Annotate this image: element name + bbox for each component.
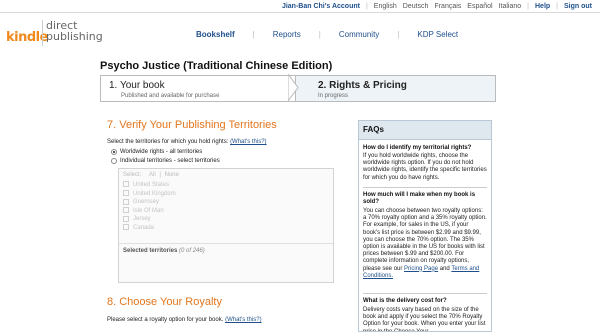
territory-item[interactable]: Guernsey <box>123 198 176 207</box>
territory-item[interactable]: Jersey <box>123 215 176 224</box>
faq-panel: FAQs How do I identify my territorial ri… <box>358 120 492 332</box>
royalty-instructions: Please select a royalty option for your … <box>107 317 262 323</box>
territory-item[interactable]: United Kingdom <box>123 190 176 199</box>
territories-instructions: Select the territories for which you hol… <box>107 139 267 145</box>
help-link[interactable]: Help <box>535 3 550 10</box>
nav-divider: | <box>318 30 321 39</box>
select-all-link[interactable]: All <box>149 172 156 178</box>
step-arrow-icon <box>288 74 299 101</box>
selected-count: (0 of 246) <box>179 248 205 254</box>
territory-selector: Select: All | None United States United … <box>118 168 334 283</box>
radio-individual-label: Individual territories - select territor… <box>120 158 220 164</box>
pricing-page-link[interactable]: Pricing Page <box>404 266 438 272</box>
faq-answer: You can choose between two royalty optio… <box>363 208 487 279</box>
radio-worldwide-label: Worldwide rights - all territories <box>120 149 203 155</box>
section-territories-title: 7. Verify Your Publishing Territories <box>107 119 277 131</box>
nav-community[interactable]: Community <box>339 30 379 39</box>
faq-question: How much will I make when my book is sol… <box>363 192 476 206</box>
lang-espanol[interactable]: Español <box>467 3 492 10</box>
select-none-link[interactable]: None <box>165 172 179 178</box>
territory-item[interactable]: Canada <box>123 224 176 233</box>
signout-link[interactable]: Sign out <box>564 3 592 10</box>
top-links: Jian-Ban Chi's Account | English Deutsch… <box>282 0 592 12</box>
faq-answer: Delivery costs vary based on the size of… <box>363 307 486 332</box>
nav-bookshelf[interactable]: Bookshelf <box>196 30 235 39</box>
top-bar: Jian-Ban Chi's Account | English Deutsch… <box>0 0 600 13</box>
radio-individual-territories[interactable]: Individual territories - select territor… <box>111 158 220 164</box>
lang-francais[interactable]: Français <box>434 3 461 10</box>
divider: | <box>556 2 558 10</box>
divider: | <box>365 2 368 10</box>
faq-divider <box>363 293 487 294</box>
nav-divider: | <box>397 30 400 39</box>
divider: | <box>527 2 529 10</box>
territory-item[interactable]: Isle Of Man <box>123 207 176 216</box>
territory-list[interactable]: United States United Kingdom Guernsey Is… <box>123 181 176 233</box>
territory-item[interactable]: United States <box>123 181 176 190</box>
main-nav: Bookshelf | Reports | Community | KDP Se… <box>196 30 458 39</box>
book-title: Psycho Justice (Traditional Chinese Edit… <box>100 60 333 72</box>
radio-worldwide-rights[interactable]: Worldwide rights - all territories <box>111 149 202 155</box>
nav-kdp-select[interactable]: KDP Select <box>417 30 458 39</box>
logo-divider <box>42 20 43 46</box>
territories-help-link[interactable]: (What's this?) <box>230 139 267 145</box>
account-link[interactable]: Jian-Ban Chi's Account <box>282 3 360 10</box>
select-all-none: Select: All | None <box>123 172 179 178</box>
selected-territories: Selected territories (0 of 246) <box>123 248 205 254</box>
lang-deutsch[interactable]: Deutsch <box>403 3 429 10</box>
faq-answer: If you hold worldwide rights, choose the… <box>363 153 487 181</box>
step-your-book[interactable]: 1. Your book Published and available for… <box>100 75 296 102</box>
nav-reports[interactable]: Reports <box>273 30 301 39</box>
logo-direct-publishing-text: direct publishing <box>46 19 103 43</box>
territory-divider <box>119 243 333 244</box>
faq-question: How do I identify my territorial rights? <box>363 145 472 151</box>
royalty-help-link[interactable]: (What's this?) <box>225 317 262 323</box>
step2-subtitle: In progress <box>318 93 349 99</box>
kdp-logo[interactable]: kindle direct publishing <box>6 16 126 50</box>
step1-title: 1. Your book <box>109 80 165 91</box>
step1-subtitle: Published and available for purchase <box>121 93 220 99</box>
progress-steps: 1. Your book Published and available for… <box>100 74 496 102</box>
section-royalty-title: 8. Choose Your Royalty <box>107 296 222 308</box>
radio-unselected-icon[interactable] <box>111 158 117 164</box>
step2-title: 2. Rights & Pricing <box>318 80 407 91</box>
lang-italiano[interactable]: Italiano <box>499 3 522 10</box>
faq-divider <box>363 187 487 188</box>
radio-selected-icon[interactable] <box>111 149 117 155</box>
step-rights-pricing[interactable]: 2. Rights & Pricing In progress <box>296 75 496 102</box>
faq-title: FAQs <box>359 121 491 140</box>
faq-question: What is the delivery cost for? <box>363 298 447 304</box>
lang-english[interactable]: English <box>374 3 397 10</box>
nav-divider: | <box>252 30 255 39</box>
